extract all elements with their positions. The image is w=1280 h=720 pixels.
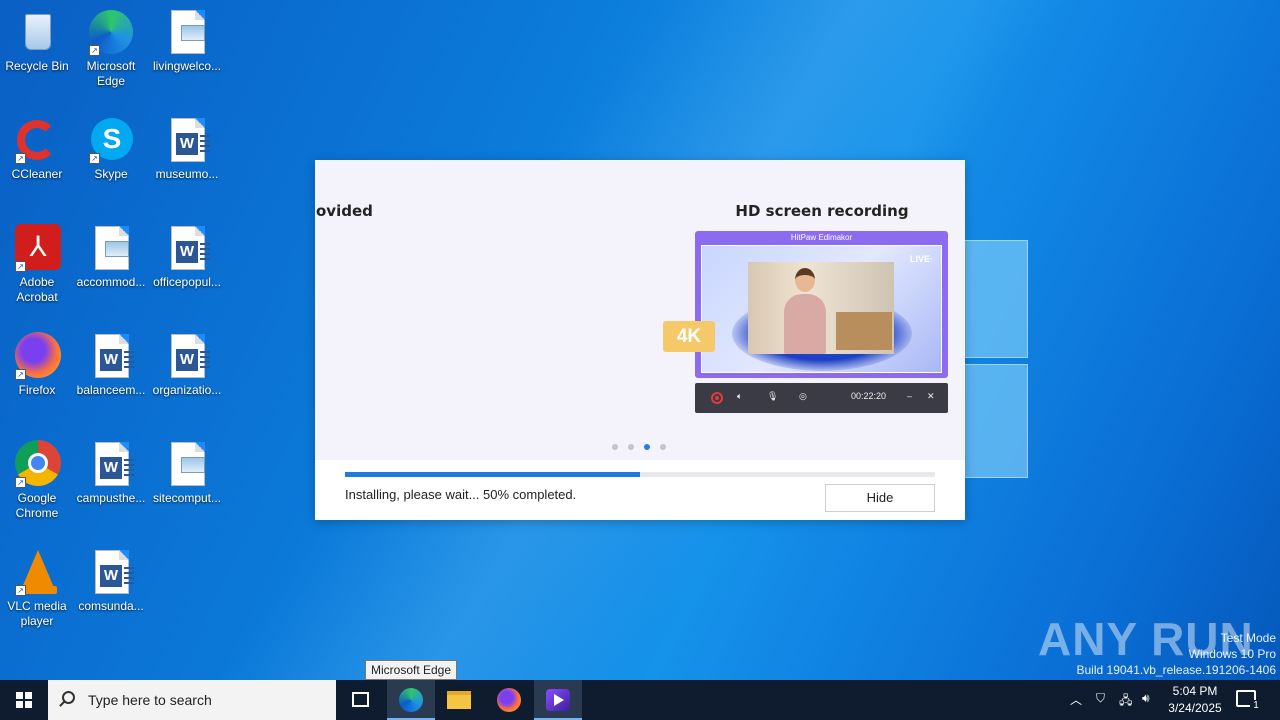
desktop-icon-livingwelco[interactable]: livingwelco... (149, 8, 225, 74)
shortcut-arrow-icon: ↗ (15, 585, 26, 596)
hitpaw-icon (546, 689, 570, 711)
speaker-icon: 🔈︎ (737, 391, 743, 401)
preview-app-title: HitPaw Edimakor (790, 233, 853, 242)
desktop-icon-ccleaner[interactable]: ↗ CCleaner (0, 116, 75, 182)
feature-carousel: ovided HD screen recording HitPaw Edimak… (315, 160, 965, 460)
clock-date: 3/24/2025 (1168, 701, 1222, 715)
desktop-icon-recycle-bin[interactable]: Recycle Bin (0, 8, 75, 74)
edge-icon (399, 688, 423, 712)
desktop-icon-acrobat[interactable]: ⅄ ↗ Adobe Acrobat (0, 224, 75, 305)
desktop-icon-comsunda[interactable]: W comsunda... (73, 548, 149, 614)
desktop-icon-officepopul[interactable]: W officepopul... (149, 224, 225, 290)
windows-test-mode-watermark: Test Mode Windows 10 Pro Build 19041.vb_… (1076, 631, 1277, 677)
live-label: LIVE· (909, 254, 933, 264)
vlc-icon: ↗ (13, 548, 61, 596)
minimize-icon: – (907, 391, 913, 401)
search-placeholder: Type here to search (88, 692, 212, 708)
desktop-icon-sitecomput[interactable]: sitecomput... (149, 440, 225, 506)
previous-slide-title: ovided (316, 202, 373, 220)
webcam-icon: ◎ (799, 391, 807, 401)
editor-preview-image: HitPaw Edimakor LIVE· (695, 231, 948, 378)
word-doc-icon: W (163, 116, 211, 164)
desktop-icon-organizatio[interactable]: W organizatio... (149, 332, 225, 398)
desktop-icon-vlc[interactable]: ↗ VLC media player (0, 548, 75, 629)
ccleaner-icon: ↗ (13, 116, 61, 164)
shortcut-arrow-icon: ↗ (15, 153, 26, 164)
install-status-text: Installing, please wait... 50% completed… (345, 487, 577, 502)
carousel-dots (612, 444, 672, 452)
windows-icon (16, 692, 32, 708)
install-progress-fill (345, 472, 640, 477)
shortcut-arrow-icon: ↗ (89, 153, 100, 164)
shortcut-arrow-icon: ↗ (15, 369, 26, 380)
taskbar-file-explorer[interactable] (435, 680, 483, 720)
microphone-icon: 🎙︎ (767, 391, 779, 401)
slide-title: HD screen recording (735, 202, 909, 220)
close-icon: ✕ (927, 391, 935, 401)
carousel-dot[interactable] (628, 444, 634, 450)
desktop-icon-edge[interactable]: ↗ Microsoft Edge (73, 8, 149, 89)
word-doc-icon: W (163, 332, 211, 380)
network-icon[interactable]: 🖧︎ (1119, 691, 1132, 720)
folder-icon (447, 691, 471, 709)
recording-toolbar: 🔈︎ 🎙︎ ◎ 00:22:20 – ✕ (695, 383, 948, 413)
task-view-button[interactable] (336, 680, 384, 720)
desktop-icon-skype[interactable]: S ↗ Skype (73, 116, 149, 182)
classroom-photo (748, 262, 894, 354)
taskbar-edge[interactable] (387, 680, 435, 720)
firefox-icon: ↗ (13, 332, 61, 380)
taskbar-tooltip: Microsoft Edge (365, 660, 458, 680)
carousel-dot[interactable] (644, 444, 650, 450)
firefox-icon (497, 688, 521, 712)
skype-icon: S ↗ (87, 116, 135, 164)
desktop-icon-balanceem[interactable]: W balanceem... (73, 332, 149, 398)
word-doc-icon: W (87, 440, 135, 488)
image-file-icon (87, 224, 135, 272)
clock-time: 5:04 PM (1172, 684, 1218, 698)
word-doc-icon: W (87, 332, 135, 380)
installer-dialog: ovided HD screen recording HitPaw Edimak… (315, 160, 965, 520)
teacher-figure (784, 268, 826, 354)
word-doc-icon: W (87, 548, 135, 596)
desktop-icon-accommod[interactable]: accommod... (73, 224, 149, 290)
recording-time: 00:22:20 (851, 391, 887, 401)
desktop-icon-campusthe[interactable]: W campusthe... (73, 440, 149, 506)
desktop-icon-firefox[interactable]: ↗ Firefox (0, 332, 75, 398)
taskbar-search-box[interactable]: Type here to search (48, 680, 336, 720)
chevron-up-icon[interactable]: ︿ (1070, 691, 1082, 720)
notification-count: 1 (1250, 700, 1262, 714)
taskbar: Type here to search ︿ ⛉ 🖧︎ 🔊︎ 5:04 PM 3/… (0, 680, 1280, 720)
desktop-icon-chrome[interactable]: ↗ Google Chrome (0, 440, 75, 521)
shortcut-arrow-icon: ↗ (89, 45, 100, 56)
preview-screen: LIVE· (701, 245, 942, 373)
desktop-icon-museumo[interactable]: W museumo... (149, 116, 225, 182)
security-icon[interactable]: ⛉ (1096, 691, 1105, 720)
task-view-icon (352, 692, 369, 707)
carousel-dot[interactable] (612, 444, 618, 450)
image-file-icon (163, 440, 211, 488)
shortcut-arrow-icon: ↗ (15, 261, 26, 272)
chrome-icon: ↗ (13, 440, 61, 488)
carousel-dot[interactable] (660, 444, 666, 450)
acrobat-icon: ⅄ ↗ (13, 224, 61, 272)
taskbar-hitpaw-installer[interactable] (534, 680, 582, 720)
volume-icon[interactable]: 🔊︎ (1142, 691, 1150, 720)
4k-badge: 4K (663, 321, 715, 352)
recycle-bin-icon (13, 8, 61, 56)
edge-icon: ↗ (87, 8, 135, 56)
record-icon (711, 392, 723, 404)
start-button[interactable] (0, 680, 48, 720)
taskbar-firefox[interactable] (485, 680, 533, 720)
word-doc-icon: W (163, 224, 211, 272)
shortcut-arrow-icon: ↗ (15, 477, 26, 488)
search-icon (62, 691, 75, 704)
hide-button[interactable]: Hide (825, 484, 935, 512)
install-progress-bar (345, 472, 935, 477)
taskbar-clock[interactable]: 5:04 PM 3/24/2025 (1160, 683, 1230, 717)
image-file-icon (163, 8, 211, 56)
